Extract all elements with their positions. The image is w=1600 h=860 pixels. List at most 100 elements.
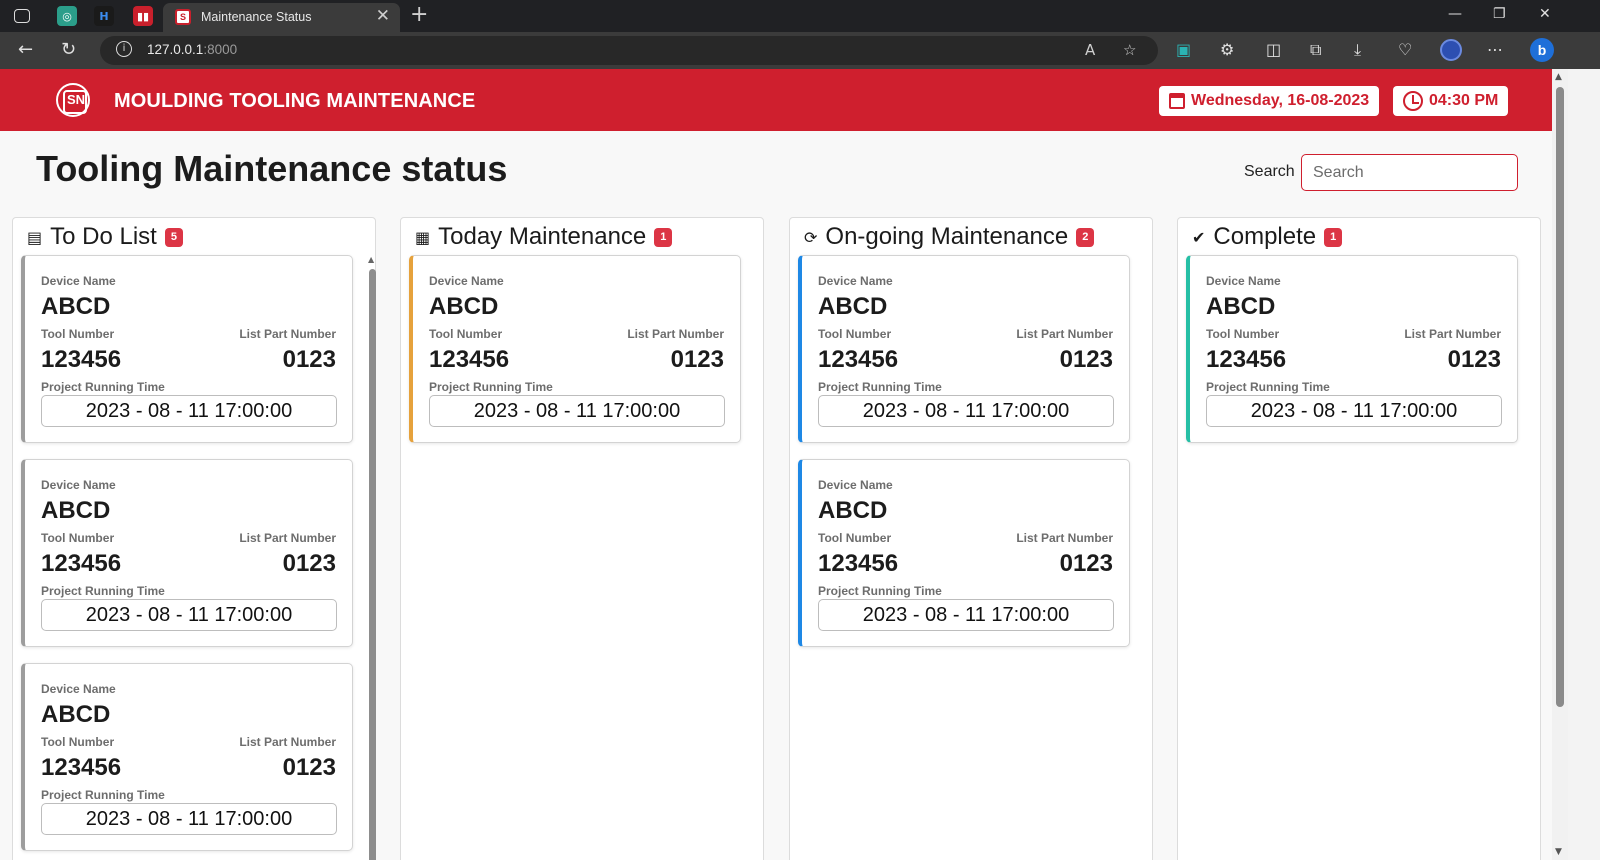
part-number-value: 0123 — [282, 346, 336, 373]
minimize-button[interactable]: — — [1448, 6, 1462, 22]
new-tab-button[interactable]: + — [410, 2, 428, 27]
pinned-tab-trello-icon[interactable]: ▮▮ — [133, 6, 153, 26]
tool-number-value: 123456 — [1206, 346, 1287, 373]
column-today: ▦ Today Maintenance 1 Device Name ABCD T… — [400, 217, 764, 860]
running-time-label: Project Running Time — [1206, 380, 1330, 394]
running-time-value: 2023 - 08 - 11 17:00:00 — [818, 599, 1114, 631]
logo-text: SN — [67, 92, 86, 107]
active-tab[interactable]: S Maintenance Status ✕ — [163, 3, 400, 32]
tool-number-label: Tool Number — [41, 735, 115, 749]
sync-icon: ⟳ — [804, 227, 818, 247]
tool-number-value: 123456 — [41, 346, 122, 373]
part-number-label: List Part Number — [1016, 327, 1113, 341]
maintenance-card[interactable]: Device Name ABCD Tool Number List Part N… — [409, 255, 741, 443]
maintenance-card[interactable]: Device Name ABCD Tool Number List Part N… — [798, 255, 1130, 443]
page-scroll-thumb[interactable] — [1556, 87, 1564, 707]
device-name-label: Device Name — [429, 274, 504, 288]
browser-sidebar-strip — [1568, 69, 1600, 860]
device-name-label: Device Name — [818, 274, 893, 288]
date-display: Wednesday, 16-08-2023 — [1159, 86, 1380, 116]
search-input[interactable] — [1301, 154, 1518, 191]
tab-favicon-icon: S — [175, 9, 191, 25]
time-display: 04:30 PM — [1393, 86, 1509, 116]
part-number-label: List Part Number — [239, 531, 336, 545]
maintenance-card[interactable]: Device Name ABCD Tool Number List Part N… — [21, 663, 353, 851]
device-name-value: ABCD — [41, 293, 111, 320]
close-tab-icon[interactable]: ✕ — [376, 6, 390, 26]
more-menu-icon[interactable]: ⋯ — [1487, 40, 1503, 59]
column-header: ▤ To Do List 5 — [27, 223, 183, 251]
count-badge: 1 — [1324, 227, 1343, 247]
maintenance-card[interactable]: Device Name ABCD Tool Number List Part N… — [798, 459, 1130, 647]
part-number-label: List Part Number — [239, 735, 336, 749]
running-time-label: Project Running Time — [818, 584, 942, 598]
tool-number-value: 123456 — [818, 346, 899, 373]
url-text[interactable]: 127.0.0.1:8000 — [147, 42, 237, 57]
tab-title: Maintenance Status — [201, 10, 312, 24]
extension-icon[interactable]: ▣ — [1176, 40, 1191, 59]
address-bar[interactable]: i 127.0.0.1:8000 A ☆ — [100, 36, 1158, 65]
part-number-value: 0123 — [282, 754, 336, 781]
part-number-value: 0123 — [1059, 550, 1113, 577]
part-number-label: List Part Number — [627, 327, 724, 341]
favorite-star-icon[interactable]: ☆ — [1123, 41, 1136, 59]
browser-toolbar: ← ↻ i 127.0.0.1:8000 A ☆ ▣ ⚙ ◫ ⧉ ⤓ ♡ ⋯ b — [0, 32, 1600, 69]
page-viewport: SN MOULDING TOOLING MAINTENANCE Wednesda… — [0, 69, 1552, 860]
performance-heart-icon[interactable]: ♡ — [1398, 40, 1412, 59]
scroll-up-arrow-icon[interactable]: ▲ — [1555, 72, 1562, 82]
extensions-puzzle-icon[interactable]: ⚙ — [1220, 40, 1234, 59]
count-badge: 1 — [654, 227, 673, 247]
column-title: Complete — [1213, 223, 1317, 250]
read-aloud-icon[interactable]: A — [1085, 41, 1095, 59]
pinned-tab-chatgpt-icon[interactable]: ◎ — [57, 6, 77, 26]
back-arrow-icon[interactable]: ← — [18, 39, 33, 60]
split-screen-icon[interactable]: ◫ — [1266, 40, 1281, 59]
close-window-button[interactable]: ✕ — [1539, 6, 1551, 22]
clipboard-icon: ▤ — [27, 227, 43, 247]
device-name-label: Device Name — [1206, 274, 1281, 288]
copilot-icon[interactable]: b — [1530, 38, 1554, 62]
column-title: On-going Maintenance — [825, 223, 1069, 250]
app-title: MOULDING TOOLING MAINTENANCE — [114, 90, 476, 112]
device-name-value: ABCD — [429, 293, 499, 320]
collections-icon[interactable]: ⧉ — [1310, 40, 1321, 60]
scroll-thumb[interactable] — [369, 269, 376, 860]
running-time-value: 2023 - 08 - 11 17:00:00 — [41, 803, 337, 835]
check-circle-icon: ✔ — [1192, 227, 1206, 247]
maintenance-card[interactable]: Device Name ABCD Tool Number List Part N… — [21, 459, 353, 647]
part-number-value: 0123 — [1447, 346, 1501, 373]
company-logo: SN — [56, 83, 90, 117]
profile-avatar[interactable] — [1440, 39, 1462, 61]
restore-button[interactable]: ❐ — [1493, 6, 1506, 22]
running-time-value: 2023 - 08 - 11 17:00:00 — [818, 395, 1114, 427]
search-label: Search — [1244, 163, 1295, 180]
tool-number-label: Tool Number — [41, 531, 115, 545]
tool-number-label: Tool Number — [41, 327, 115, 341]
pinned-tab-app-icon[interactable]: H — [94, 6, 114, 26]
scroll-down-arrow-icon[interactable]: ▼ — [1555, 847, 1562, 857]
column-scrollbar[interactable]: ▲ — [367, 255, 377, 860]
running-time-label: Project Running Time — [429, 380, 553, 394]
device-name-value: ABCD — [1206, 293, 1276, 320]
column-todo: ▤ To Do List 5 ▲ Device Name ABCD Tool N… — [12, 217, 376, 860]
scroll-up-arrow-icon[interactable]: ▲ — [368, 255, 374, 264]
maintenance-card[interactable]: Device Name ABCD Tool Number List Part N… — [1186, 255, 1518, 443]
column-title: Today Maintenance — [438, 223, 647, 250]
downloads-icon[interactable]: ⤓ — [1354, 40, 1361, 60]
tool-number-value: 123456 — [41, 550, 122, 577]
maintenance-card[interactable]: Device Name ABCD Tool Number List Part N… — [21, 255, 353, 443]
column-header: ⟳ On-going Maintenance 2 — [804, 223, 1095, 251]
running-time-value: 2023 - 08 - 11 17:00:00 — [41, 395, 337, 427]
column-ongoing: ⟳ On-going Maintenance 2 Device Name ABC… — [789, 217, 1153, 860]
device-name-label: Device Name — [41, 682, 116, 696]
site-info-icon[interactable]: i — [116, 41, 132, 57]
column-complete: ✔ Complete 1 Device Name ABCD Tool Numbe… — [1177, 217, 1541, 860]
page-scrollbar[interactable]: ▲ ▼ — [1552, 69, 1568, 860]
running-time-value: 2023 - 08 - 11 17:00:00 — [41, 599, 337, 631]
tool-number-label: Tool Number — [429, 327, 503, 341]
count-badge: 5 — [164, 227, 183, 247]
running-time-label: Project Running Time — [41, 584, 165, 598]
refresh-icon[interactable]: ↻ — [61, 39, 76, 60]
tab-actions-icon[interactable] — [14, 9, 30, 23]
device-name-value: ABCD — [818, 497, 888, 524]
